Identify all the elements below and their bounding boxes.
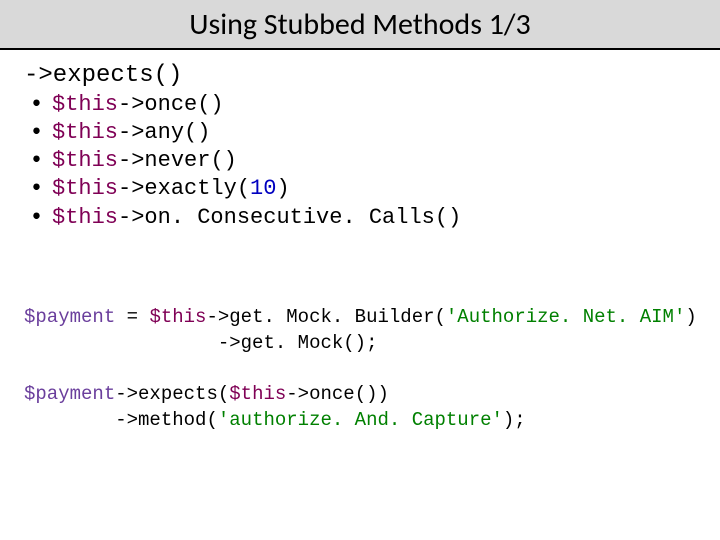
section-head: ->expects() (24, 62, 696, 89)
code-line: $payment->expects($this->once()) (24, 383, 389, 405)
list-item: $this->on. Consecutive. Calls() (30, 204, 696, 232)
list-item: $this->exactly(10) (30, 175, 696, 203)
list-item: $this->once() (30, 91, 696, 119)
title-bar: Using Stubbed Methods 1/3 (0, 0, 720, 50)
code-line: ->method('authorize. And. Capture'); (24, 409, 526, 431)
slide-content: ->expects() $this->once() $this->any() $… (0, 50, 720, 434)
list-item: $this->any() (30, 119, 696, 147)
code-line: ->get. Mock(); (24, 332, 378, 354)
bullet-list: $this->once() $this->any() $this->never(… (30, 91, 696, 232)
code-line: $payment = $this->get. Mock. Builder('Au… (24, 306, 697, 328)
slide-title: Using Stubbed Methods 1/3 (189, 6, 530, 43)
code-block: $payment = $this->get. Mock. Builder('Au… (24, 280, 696, 434)
slide: Using Stubbed Methods 1/3 ->expects() $t… (0, 0, 720, 540)
list-item: $this->never() (30, 147, 696, 175)
